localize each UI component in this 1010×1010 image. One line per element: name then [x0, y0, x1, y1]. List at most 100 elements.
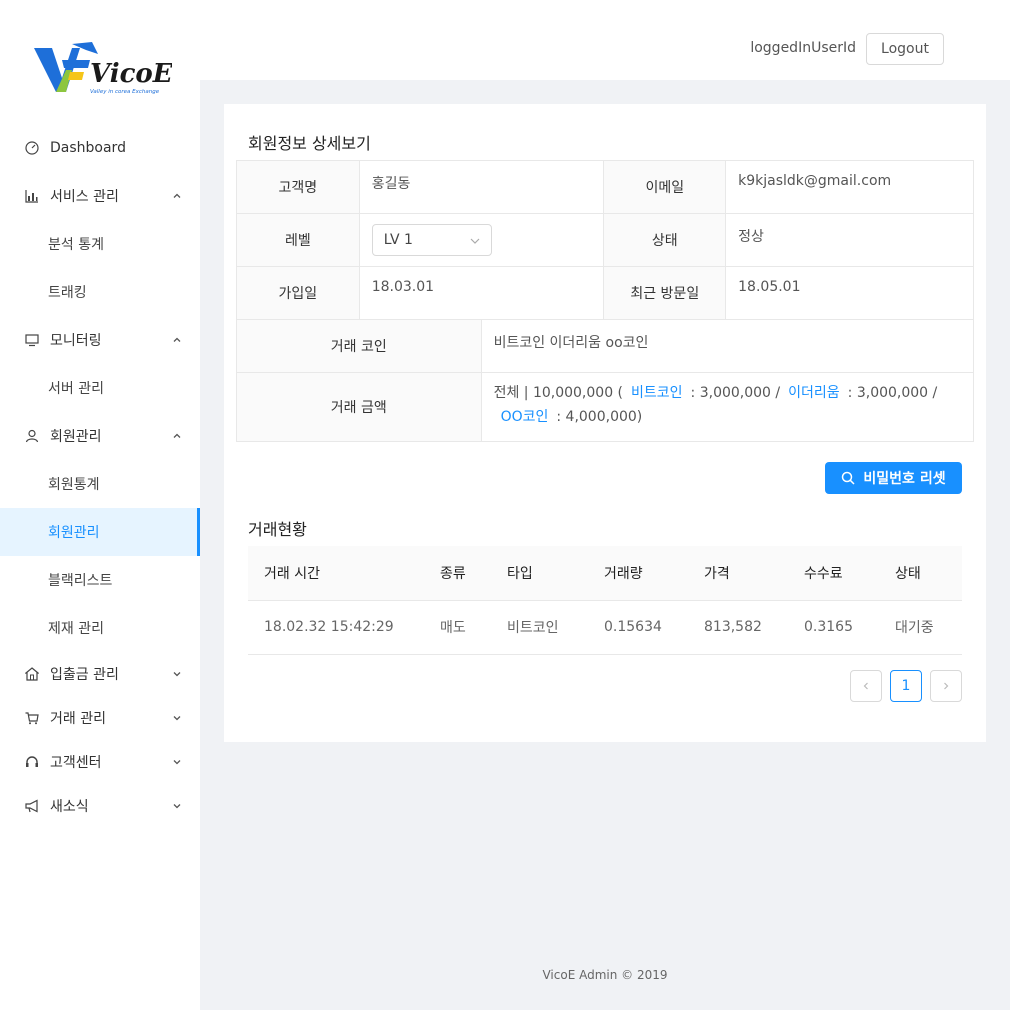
oo-coin-link[interactable]: OO코인 — [501, 409, 549, 425]
eth-link[interactable]: 이더리움 — [788, 385, 840, 401]
logged-in-user-id: loggedInUserId — [750, 40, 856, 56]
join-date-value: 18.03.01 — [358, 266, 605, 320]
level-label: 레벨 — [236, 213, 360, 267]
column-header[interactable]: 가격 — [688, 546, 788, 601]
sidebar-item-tracking[interactable]: 트래킹 — [0, 268, 200, 316]
logo[interactable]: VicoE Valley in corea Exchange — [32, 40, 174, 100]
trade-volume-cell: 0.15634 — [588, 600, 688, 655]
sidebar-item-label: 트래킹 — [48, 285, 87, 301]
trade-amount-label: 거래 금액 — [236, 372, 482, 442]
chevron-down-icon — [172, 757, 182, 767]
sidebar-item-server[interactable]: 서버 관리 — [0, 364, 200, 412]
sidebar-item-label: 분석 통계 — [48, 237, 104, 253]
name-value: 홍길동 — [358, 160, 605, 214]
btc-amount: : 3,000,000 / — [690, 385, 781, 401]
chevron-up-icon — [172, 431, 182, 441]
sidebar-item-blacklist[interactable]: 블랙리스트 — [0, 556, 200, 604]
level-select[interactable]: LV 1 — [371, 224, 492, 256]
sidebar-item-trades[interactable]: 거래 관리 — [0, 696, 200, 740]
trade-amount-value: 전체 | 10,000,000 ( 비트코인 : 3,000,000 / 이더리움 : … — [480, 372, 975, 442]
sidebar: VicoE Valley in corea Exchange Dashboard… — [0, 0, 200, 1010]
sidebar-item-label: Dashboard — [50, 140, 126, 156]
headset-icon — [24, 754, 40, 770]
bank-icon — [24, 666, 40, 682]
column-header[interactable]: 거래 시간 — [248, 546, 424, 601]
eth-amount: : 3,000,000 / — [847, 385, 938, 401]
email-value: k9kjasldk@gmail.com — [725, 160, 974, 214]
column-header[interactable]: 거래량 — [588, 546, 688, 601]
megaphone-icon — [24, 798, 40, 814]
trade-time-cell: 18.02.32 15:42:29 — [248, 600, 424, 655]
pagination-page-button[interactable]: 1 — [890, 670, 922, 702]
trade-coins-value: 비트코인 이더리움 oo코인 — [480, 319, 975, 373]
amount-total: 전체 | 10,000,000 ( — [493, 385, 624, 401]
sidebar-item-news[interactable]: 새소식 — [0, 784, 200, 828]
vicoe-logo-icon: VicoE Valley in corea Exchange — [34, 42, 174, 95]
status-value: 정상 — [725, 213, 974, 267]
status-label: 상태 — [603, 213, 727, 267]
column-header[interactable]: 수수료 — [788, 546, 879, 601]
sidebar-item-member-stats[interactable]: 회원통계 — [0, 460, 200, 508]
email-label: 이메일 — [603, 160, 727, 214]
trade-coins-label: 거래 코인 — [236, 319, 482, 373]
chart-icon — [24, 188, 40, 204]
sidebar-item-monitoring[interactable]: 모니터링 — [0, 316, 200, 364]
sidebar-item-members[interactable]: 회원관리 — [0, 412, 200, 460]
sidebar-menu: Dashboard 서비스 관리 분석 통계 트래킹 모니터링 서버 관리 회원… — [0, 124, 200, 828]
top-header: loggedInUserId Logout — [200, 0, 1010, 80]
chevron-down-icon — [470, 238, 480, 244]
column-header[interactable]: 상태 — [879, 546, 962, 601]
sidebar-item-label: 블랙리스트 — [48, 573, 113, 589]
pagination-prev-button[interactable] — [850, 670, 882, 702]
trade-fee-cell: 0.3165 — [788, 600, 879, 655]
monitor-icon — [24, 332, 40, 348]
user-icon — [24, 428, 40, 444]
trade-price-cell: 813,582 — [688, 600, 788, 655]
logout-button[interactable]: Logout — [866, 33, 944, 65]
chevron-right-icon — [944, 682, 949, 690]
column-header[interactable]: 타입 — [491, 546, 588, 601]
chevron-left-icon — [863, 682, 868, 690]
sidebar-item-support[interactable]: 고객센터 — [0, 740, 200, 784]
join-date-label: 가입일 — [236, 266, 360, 320]
chevron-up-icon — [172, 191, 182, 201]
footer: VicoE Admin © 2019 — [542, 968, 668, 982]
column-header[interactable]: 종류 — [424, 546, 491, 601]
last-visit-label: 최근 방문일 — [603, 266, 727, 320]
trades-table: 거래 시간 종류 타입 거래량 가격 수수료 상태 18.02.32 15:42… — [248, 546, 962, 655]
sidebar-item-service[interactable]: 서비스 관리 — [0, 172, 200, 220]
sidebar-item-deposits[interactable]: 입출금 관리 — [0, 652, 200, 696]
svg-text:Valley in corea Exchange: Valley in corea Exchange — [90, 89, 160, 95]
sidebar-item-label: 제재 관리 — [48, 621, 104, 637]
password-reset-button[interactable]: 비밀번호 리셋 — [825, 462, 962, 494]
chevron-up-icon — [172, 335, 182, 345]
password-reset-label: 비밀번호 리셋 — [863, 471, 946, 487]
trade-kind-cell: 매도 — [424, 600, 491, 655]
dashboard-icon — [24, 140, 40, 156]
name-label: 고객명 — [236, 160, 360, 214]
search-icon — [842, 471, 855, 485]
oo-coin-amount: : 4,000,000) — [556, 409, 643, 425]
chevron-down-icon — [172, 801, 182, 811]
table-row[interactable]: 18.02.32 15:42:29 매도 비트코인 0.15634 813,58… — [248, 600, 962, 655]
chevron-down-icon — [172, 713, 182, 723]
last-visit-value: 18.05.01 — [725, 266, 974, 320]
svg-text:VicoE: VicoE — [90, 59, 172, 89]
sidebar-item-label: 서버 관리 — [48, 381, 104, 397]
trade-type-cell: 비트코인 — [491, 600, 588, 655]
sidebar-item-member-management[interactable]: 회원관리 — [0, 508, 200, 556]
sidebar-item-sanctions[interactable]: 제재 관리 — [0, 604, 200, 652]
sidebar-item-label: 회원관리 — [48, 525, 100, 541]
btc-link[interactable]: 비트코인 — [631, 385, 683, 401]
member-detail-card: 회원정보 상세보기 고객명 홍길동 이메일 k9kjasldk@gmail.co… — [224, 104, 986, 742]
level-cell: LV 1 — [358, 213, 605, 267]
trades-title: 거래현황 — [248, 520, 307, 539]
sidebar-item-analytics[interactable]: 분석 통계 — [0, 220, 200, 268]
member-detail-title: 회원정보 상세보기 — [248, 134, 371, 153]
pagination-next-button[interactable] — [930, 670, 962, 702]
member-info-table: 고객명 홍길동 이메일 k9kjasldk@gmail.com 레벨 LV 1 … — [236, 160, 975, 442]
sidebar-item-dashboard[interactable]: Dashboard — [0, 124, 200, 172]
chevron-down-icon — [172, 669, 182, 679]
cart-icon — [24, 710, 40, 726]
level-select-value: LV 1 — [383, 232, 413, 248]
